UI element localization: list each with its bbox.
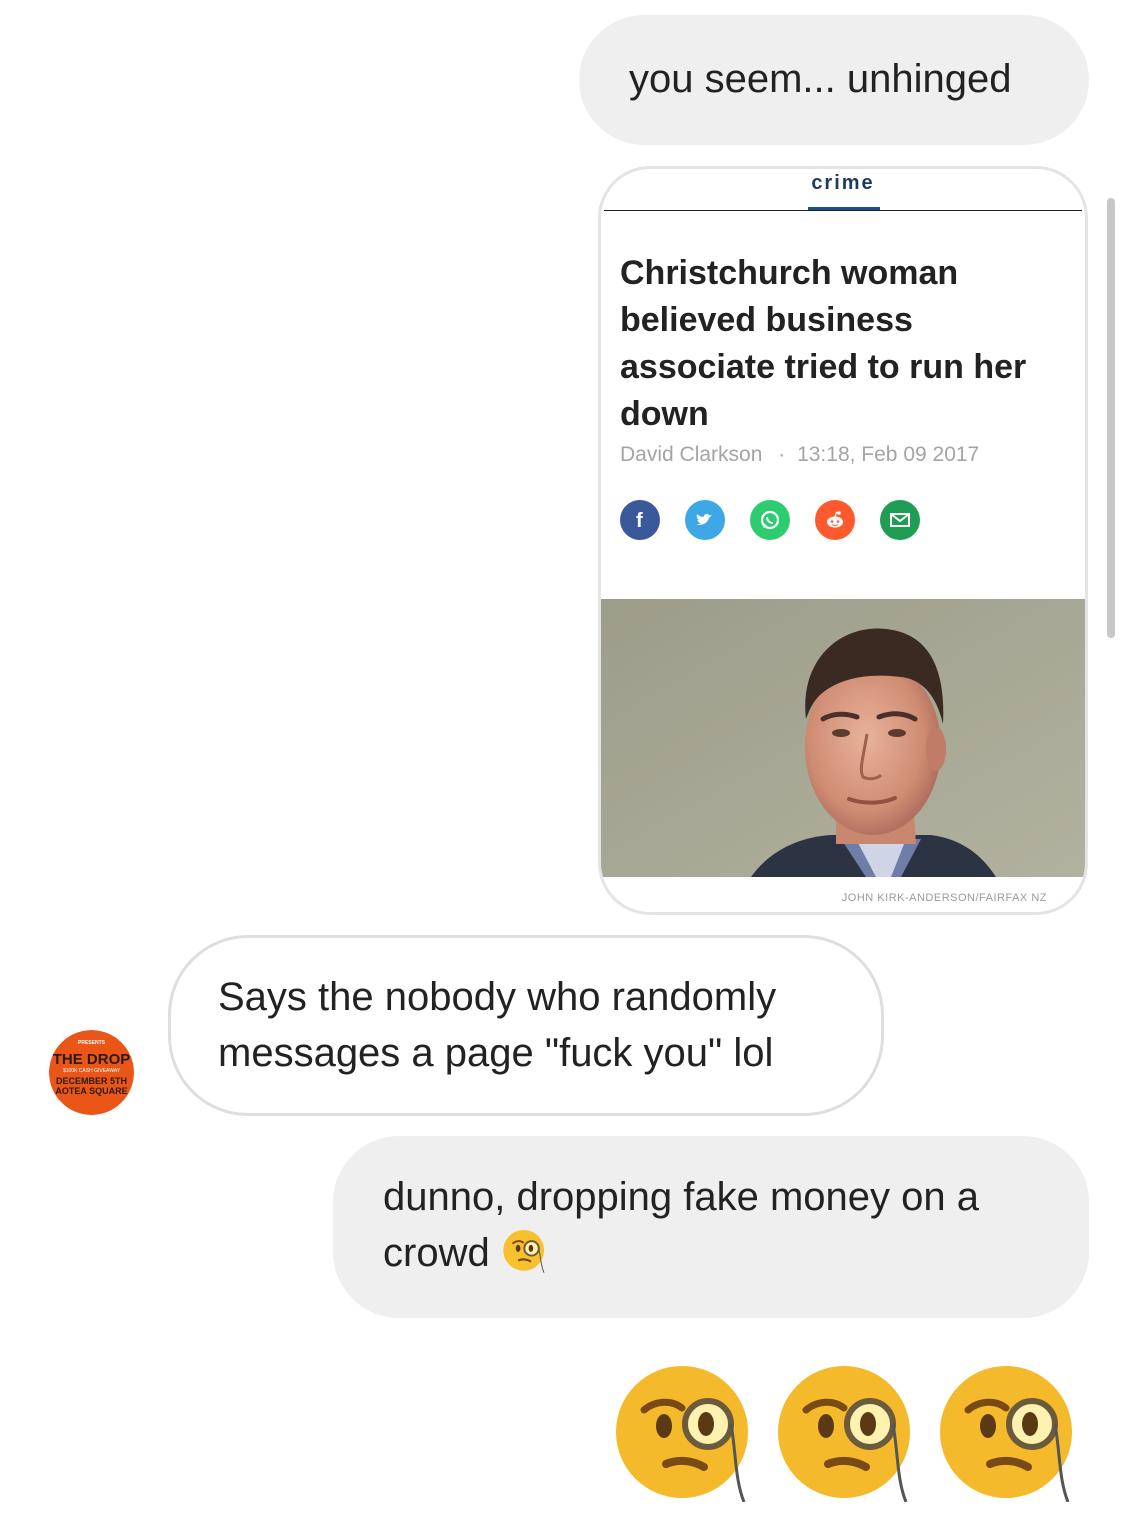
scrollbar[interactable] (1107, 198, 1115, 638)
monocle-face-icon (778, 1366, 910, 1502)
avatar-text: AOTEA SQUARE (55, 1086, 127, 1096)
message-text-line: Says the nobody who randomly (218, 975, 777, 1019)
article-photo (601, 599, 1085, 877)
headline-line: associate tried to run her (620, 348, 1027, 386)
photo-credit: JOHN KIRK-ANDERSON/FAIRFAX NZ (841, 892, 1047, 904)
message-text-line: messages a page "fuck you" lol (218, 1031, 774, 1075)
message-text: you seem... unhinged (629, 57, 1012, 101)
monocle-face-icon (940, 1366, 1072, 1502)
avatar-text: $100K CASH GIVEAWAY (63, 1068, 121, 1074)
whatsapp-icon[interactable] (750, 500, 790, 540)
monocle-face-icon (503, 1229, 545, 1273)
email-icon[interactable] (880, 500, 920, 540)
outgoing-message-bubble[interactable]: dunno, dropping fake money on a crowd (333, 1136, 1089, 1318)
twitter-icon[interactable] (685, 500, 725, 540)
reddit-icon[interactable] (815, 500, 855, 540)
article-section-tab: crime (811, 172, 875, 194)
header-divider (604, 210, 1082, 211)
avatar-text: PRESENTS (78, 1040, 106, 1046)
message-text-line: crowd (383, 1225, 1049, 1281)
monocle-face-icon (616, 1366, 748, 1502)
message-text-line: dunno, dropping fake money on a (383, 1175, 979, 1219)
shared-article-card[interactable]: crime Christchurch woman believed busine… (598, 166, 1088, 915)
article-author: David Clarkson (620, 443, 763, 466)
incoming-message-bubble[interactable]: Says the nobody who randomly messages a … (168, 935, 884, 1116)
byline-separator: · (778, 443, 786, 466)
article-headline: Christchurch woman believed business ass… (620, 250, 1060, 438)
article-byline: David Clarkson · 13:18, Feb 09 2017 (620, 443, 979, 467)
headline-line: Christchurch woman (620, 254, 959, 292)
avatar-text: DECEMBER 5TH (56, 1076, 127, 1086)
headline-line: believed business (620, 301, 913, 339)
avatar-text: THE DROP (53, 1051, 131, 1068)
outgoing-message-bubble[interactable]: you seem... unhinged (579, 15, 1089, 145)
svg-text:f: f (636, 510, 643, 531)
facebook-icon[interactable]: f (620, 500, 660, 540)
sender-avatar[interactable]: PRESENTS THE DROP $100K CASH GIVEAWAY DE… (49, 1030, 134, 1115)
message-text: crowd (383, 1231, 490, 1275)
headline-line: down (620, 395, 709, 433)
article-timestamp: 13:18, Feb 09 2017 (797, 443, 980, 466)
share-buttons: f (620, 500, 920, 540)
